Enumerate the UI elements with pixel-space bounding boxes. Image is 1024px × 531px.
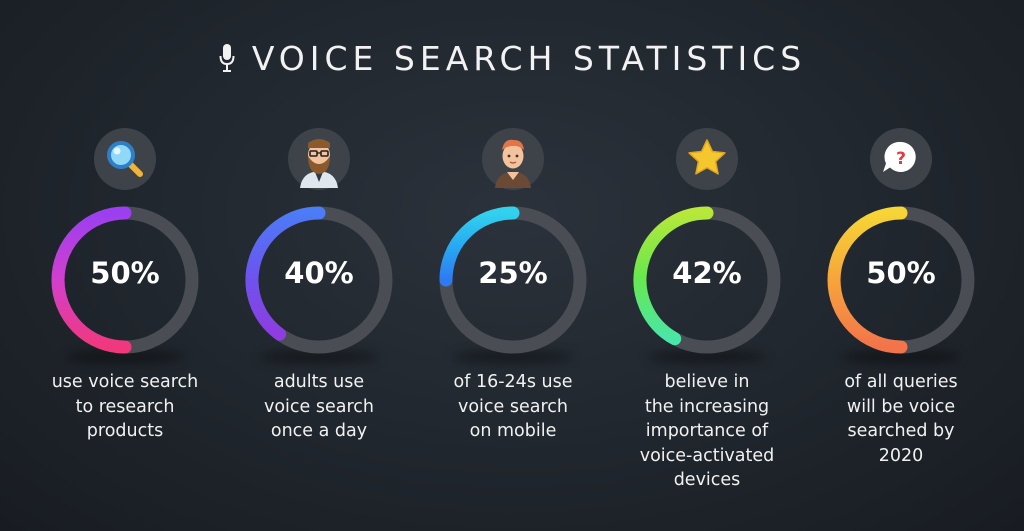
young-man-icon: [482, 128, 544, 190]
stat-card: 40% adults use voice search once a day: [219, 128, 419, 498]
description-line: use voice search: [51, 372, 199, 392]
description-line: will be voice: [846, 396, 956, 417]
stat-percentage: 25%: [478, 256, 548, 290]
stat-card: 50% use voice search to research products: [25, 128, 225, 498]
stat-percentage: 50%: [866, 256, 936, 290]
stat-percentage: 42%: [672, 256, 742, 290]
stat-description: use voice search to research products: [25, 370, 225, 444]
stat-card: ? 50% of all queries will be voice searched …: [801, 128, 1001, 498]
question-bubble-icon: ?: [870, 128, 932, 190]
description-line: to research: [75, 396, 175, 417]
description-line: believe in: [664, 372, 750, 392]
stat-description: of all queries will be voice searched by 20…: [801, 370, 1001, 468]
star-icon: [676, 128, 738, 190]
stat-description: adults use voice search once a day: [219, 370, 419, 444]
microphone-icon: [219, 44, 235, 72]
description-line: products: [86, 421, 164, 441]
description-line: adults use: [273, 372, 365, 392]
stat-card: 42% believe in the increasing importance of…: [607, 128, 807, 498]
page-title: VOICE SEARCH STATISTICS: [251, 38, 807, 78]
description-line: once a day: [270, 421, 368, 441]
stat-description: of 16-24s use voice search on mobile: [413, 370, 613, 444]
stat-card: 25% of 16-24s use voice search on mobile: [413, 128, 613, 498]
stat-description: believe in the increasing importance of voi…: [607, 370, 807, 493]
description-line: searched by: [847, 421, 955, 441]
description-line: importance of: [645, 421, 769, 441]
stat-percentage: 40%: [284, 256, 354, 290]
description-line: on mobile: [469, 421, 557, 441]
stat-percentage: 50%: [90, 256, 160, 290]
title-row: VOICE SEARCH STATISTICS: [0, 38, 1024, 78]
bearded-man-icon: [288, 128, 350, 190]
description-line: of all queries: [844, 372, 958, 392]
description-line: the increasing: [644, 396, 770, 417]
magnifier-icon: [94, 128, 156, 190]
description-line: of 16-24s use: [453, 372, 573, 392]
svg-text:?: ?: [896, 149, 906, 169]
description-line: voice search: [263, 396, 374, 417]
description-line: voice search: [457, 396, 568, 417]
description-line: 2020: [878, 445, 924, 466]
description-line: voice-activated: [639, 445, 775, 466]
description-line: devices: [673, 470, 741, 490]
